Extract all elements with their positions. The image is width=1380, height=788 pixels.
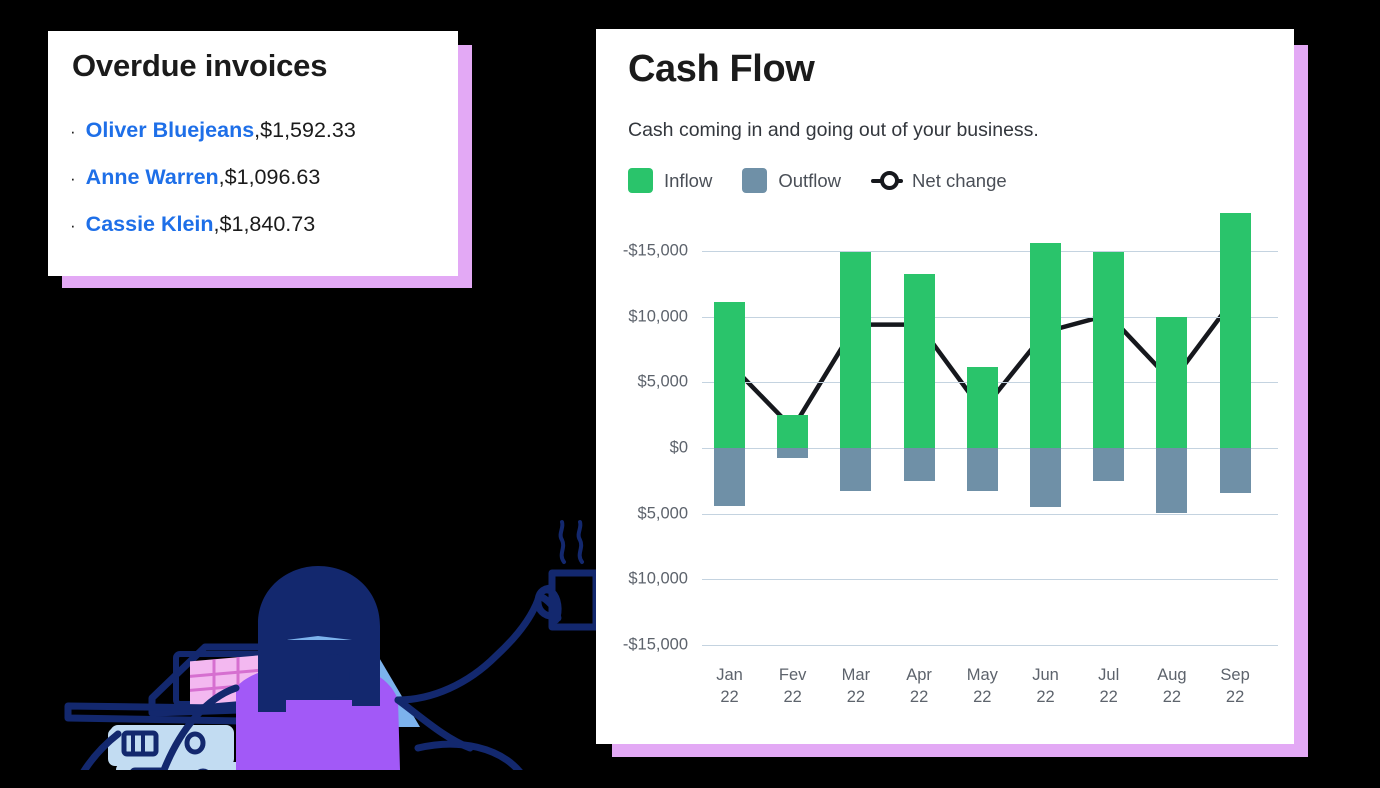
net-change-line: [720, 288, 1244, 438]
invoice-amount: $1,840.73: [219, 212, 316, 236]
x-axis-tick-label: Jul 22: [1098, 665, 1120, 707]
x-axis-tick-label: Apr 22: [906, 665, 932, 707]
bullet-icon: ·: [70, 122, 76, 141]
y-axis-tick-label: -$15,000: [622, 635, 688, 654]
invoice-amount: $1,592.33: [260, 118, 356, 142]
list-item[interactable]: · Oliver Bluejeans , $1,592.33: [70, 118, 450, 143]
gridline: [702, 316, 1278, 318]
screenshot-stage: Overdue invoices · Oliver Bluejeans , $1…: [0, 0, 1380, 788]
outflow-bar[interactable]: [840, 448, 872, 492]
bullet-icon: ·: [70, 169, 76, 188]
gridline: [702, 644, 1278, 646]
outflow-bar[interactable]: [1156, 448, 1188, 513]
gridline: [702, 513, 1278, 515]
outflow-bar[interactable]: [1093, 448, 1125, 481]
y-axis-tick-label: -$15,000: [622, 241, 688, 260]
y-axis-tick-label: $5,000: [637, 504, 688, 523]
inflow-bar[interactable]: [1219, 213, 1251, 448]
book-2: [116, 762, 244, 788]
inflow-bar[interactable]: [840, 251, 872, 448]
outflow-bar[interactable]: [1030, 448, 1061, 508]
bullet-icon: ·: [70, 216, 76, 235]
y-axis-tick-label: $10,000: [628, 569, 688, 588]
x-axis-tick-label: Jan 22: [716, 665, 743, 707]
outflow-bar[interactable]: [714, 448, 745, 507]
x-axis-tick-label: Sep 22: [1220, 665, 1250, 707]
steam-icon: [558, 520, 584, 564]
inflow-bar[interactable]: [1093, 251, 1125, 448]
inflow-bar[interactable]: [903, 273, 935, 448]
x-axis-tick-label: Jun 22: [1032, 665, 1059, 707]
inflow-bar[interactable]: [1030, 243, 1061, 448]
invoice-customer-name[interactable]: Cassie Klein: [86, 212, 214, 237]
invoice-amount: $1,096.63: [224, 165, 321, 189]
x-axis-tick-label: Aug 22: [1157, 665, 1187, 707]
y-axis-tick-label: $5,000: [637, 372, 688, 391]
outflow-bar[interactable]: [777, 448, 809, 459]
gridline: [702, 251, 1278, 253]
inflow-bar[interactable]: [1156, 316, 1188, 448]
x-axis-tick-label: Mar 22: [841, 665, 871, 707]
overdue-invoices-title: Overdue invoices: [72, 48, 328, 83]
inflow-bar[interactable]: [714, 301, 745, 448]
y-axis-tick-label: $0: [669, 438, 688, 457]
invoice-customer-name[interactable]: Anne Warren: [86, 165, 219, 190]
cash-flow-chart-plot: -$15,000 $10,000 $5,000 $0 $5,000 $10,000 -$15…: [596, 29, 1294, 744]
y-axis-tick-label: $10,000: [628, 307, 688, 326]
list-item[interactable]: · Cassie Klein , $1,840.73: [70, 212, 450, 237]
outflow-bar[interactable]: [1219, 448, 1251, 493]
invoice-customer-name[interactable]: Oliver Bluejeans: [86, 118, 255, 143]
overdue-invoices-list: · Oliver Bluejeans , $1,592.33 · Anne Wa…: [70, 118, 450, 259]
list-item[interactable]: · Anne Warren , $1,096.63: [70, 165, 450, 190]
outflow-bar[interactable]: [903, 448, 935, 481]
outflow-bar[interactable]: [966, 448, 998, 492]
inflow-bar[interactable]: [966, 366, 998, 448]
x-axis-tick-label: Fev 22: [778, 665, 807, 707]
cash-flow-illustration: [0, 300, 600, 788]
gridline: [702, 579, 1278, 581]
x-axis-tick-label: May 22: [966, 665, 998, 707]
inflow-bar[interactable]: [777, 415, 809, 448]
